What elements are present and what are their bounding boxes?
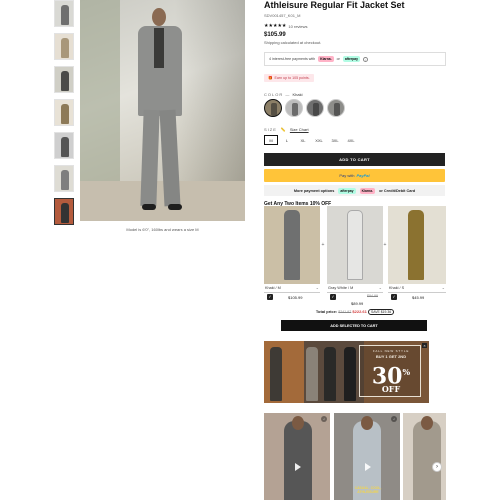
more-afterpay-badge: afterpay <box>338 187 356 194</box>
swatch-khaki[interactable] <box>264 99 282 117</box>
more-payment-options-button[interactable]: More payment options afterpay Klarna. or… <box>264 185 445 196</box>
total-new-price: $222.61 <box>352 309 367 314</box>
bundle-variant-select-1[interactable]: Khaki / M <box>264 285 320 293</box>
video-card-3[interactable] <box>403 413 446 500</box>
size-options: M L XL XXL 3XL 4XL <box>264 135 446 145</box>
size-option-3xl[interactable]: 3XL <box>328 135 342 145</box>
more-payment-label: More payment options <box>293 188 335 193</box>
thumbnail-5[interactable] <box>54 132 74 159</box>
video-card-2[interactable]: ♪ CASUAL, COOL, ATHLEISURE <box>334 413 400 500</box>
product-price: $105.99 <box>264 32 286 38</box>
plus-icon: + <box>383 242 387 248</box>
mute-icon[interactable]: ♪ <box>391 416 397 422</box>
promo-offer-box: FALL NEW STYLE BUY 1 GET 2ND 30% OFF <box>359 345 421 397</box>
bundle-price-1: $105.99 <box>288 295 303 300</box>
total-old-price: $241.97 <box>338 310 352 314</box>
add-to-cart-button[interactable]: ADD TO CART <box>264 153 445 166</box>
promo-off-text: OFF <box>381 384 401 394</box>
thumbnail-6[interactable] <box>54 165 74 192</box>
color-label: COLOR <box>264 92 284 97</box>
save-badge: SAVE $19.36 <box>368 309 395 315</box>
bundle-checkbox-2[interactable]: ✓ <box>330 294 336 300</box>
mute-icon[interactable]: ♪ <box>321 416 327 422</box>
thumbnail-7[interactable] <box>54 198 74 225</box>
bundle-price-row: ✓ $105.99 ✓ $94.99 $89.99 ✓ $45.99 <box>264 294 446 310</box>
installment-text: 4 interest-free payments with <box>269 57 316 61</box>
afterpay-badge: afterpay <box>342 56 361 62</box>
size-option-xxl[interactable]: XXL <box>312 135 326 145</box>
klarna-badge: Klarna. <box>318 56 334 62</box>
bundle-items: + + <box>264 206 446 286</box>
promo-small-text: FALL NEW STYLE <box>372 349 410 353</box>
gift-icon: 🎁 <box>268 76 273 80</box>
color-label-row: COLOR — Khaki <box>264 92 303 97</box>
color-swatches <box>264 99 446 117</box>
points-text: Earn up to 105 points. <box>274 76 310 80</box>
bundle-price-2: $89.99 <box>351 301 364 306</box>
paypal-logo: PayPal <box>356 173 370 178</box>
product-title: Athleisure Regular Fit Jacket Set <box>264 0 405 10</box>
bundle-item-image-2[interactable] <box>327 206 383 284</box>
promo-buy-text: BUY 1 GET 2ND <box>375 354 407 359</box>
shipping-note: Shipping calculated at checkout. <box>264 40 322 45</box>
add-selected-to-cart-button[interactable]: ADD SELECTED TO CART <box>281 320 427 331</box>
product-info-panel: Athleisure Regular Fit Jacket Set SDV001… <box>264 0 446 212</box>
thumbnail-gallery <box>54 0 75 231</box>
bundle-total: Total price: $241.97 $222.61 SAVE $19.36 <box>264 309 446 315</box>
bundle-checkbox-1[interactable]: ✓ <box>267 294 273 300</box>
color-selected: Khaki <box>292 92 303 97</box>
model-size-caption: Model is 6'0", 160lbs and wears a size M <box>126 227 199 232</box>
promo-percent: % <box>402 367 411 377</box>
size-option-m[interactable]: M <box>264 135 278 145</box>
size-option-l[interactable]: L <box>280 135 294 145</box>
bundle-old-price-2: $94.99 <box>367 294 378 298</box>
play-icon[interactable] <box>365 463 371 471</box>
plus-icon: + <box>321 242 325 248</box>
size-chart-link[interactable]: Size Chart <box>290 127 309 132</box>
swatch-gray[interactable] <box>327 99 345 117</box>
size-label: SIZE <box>264 127 277 132</box>
bundle-variant-select-3[interactable]: Khaki / S <box>388 285 446 293</box>
more-credit-label: or Credit/Debit Card <box>379 188 416 193</box>
installment-or: or <box>336 57 340 61</box>
product-sku: SDV001457_K01_M <box>264 13 301 18</box>
video-caption: CASUAL, COOL, ATHLEISURE <box>354 486 382 494</box>
paypal-button[interactable]: Pay with PayPal <box>264 169 445 182</box>
total-label: Total price: <box>315 309 338 314</box>
more-klarna-badge: Klarna. <box>359 187 376 194</box>
ruler-icon: 📏 <box>280 127 286 132</box>
rating-row[interactable]: ★★★★★ 10 reviews <box>264 23 446 29</box>
size-option-4xl[interactable]: 4XL <box>344 135 358 145</box>
reviews-link[interactable]: 10 reviews <box>288 24 307 29</box>
info-icon[interactable]: i <box>363 56 369 62</box>
size-label-row: SIZE 📏 Size Chart <box>264 127 446 132</box>
paypal-prefix: Pay with <box>339 173 355 178</box>
rating-stars-icon: ★★★★★ <box>264 23 287 29</box>
video-card-1[interactable]: ♪ <box>264 413 330 500</box>
play-icon[interactable] <box>295 463 301 471</box>
close-icon[interactable]: × <box>422 343 427 348</box>
thumbnail-4[interactable] <box>54 99 74 126</box>
bundle-item-image-1[interactable] <box>264 206 320 284</box>
points-banner: 🎁 Earn up to 105 points. <box>264 74 314 82</box>
bundle-price-3: $45.99 <box>412 295 425 300</box>
thumbnail-1[interactable] <box>54 0 74 27</box>
bundle-item-image-3[interactable] <box>388 206 446 284</box>
size-option-xl[interactable]: XL <box>296 135 310 145</box>
bundle-variant-select-2[interactable]: Gray White / M <box>327 285 383 293</box>
installment-box: 4 interest-free payments with Klarna. or… <box>264 52 446 66</box>
swatch-dark-gray[interactable] <box>306 99 324 117</box>
promo-banner[interactable]: FALL NEW STYLE BUY 1 GET 2ND 30% OFF × <box>264 341 429 403</box>
thumbnail-3[interactable] <box>54 66 74 93</box>
thumbnail-2[interactable] <box>54 33 74 60</box>
swatch-gray-white[interactable] <box>285 99 303 117</box>
main-product-image[interactable] <box>80 0 245 221</box>
bundle-variant-row: Khaki / M Gray White / M Khaki / S <box>264 285 446 294</box>
bundle-checkbox-3[interactable]: ✓ <box>391 294 397 300</box>
chevron-right-icon[interactable]: › <box>432 462 442 472</box>
